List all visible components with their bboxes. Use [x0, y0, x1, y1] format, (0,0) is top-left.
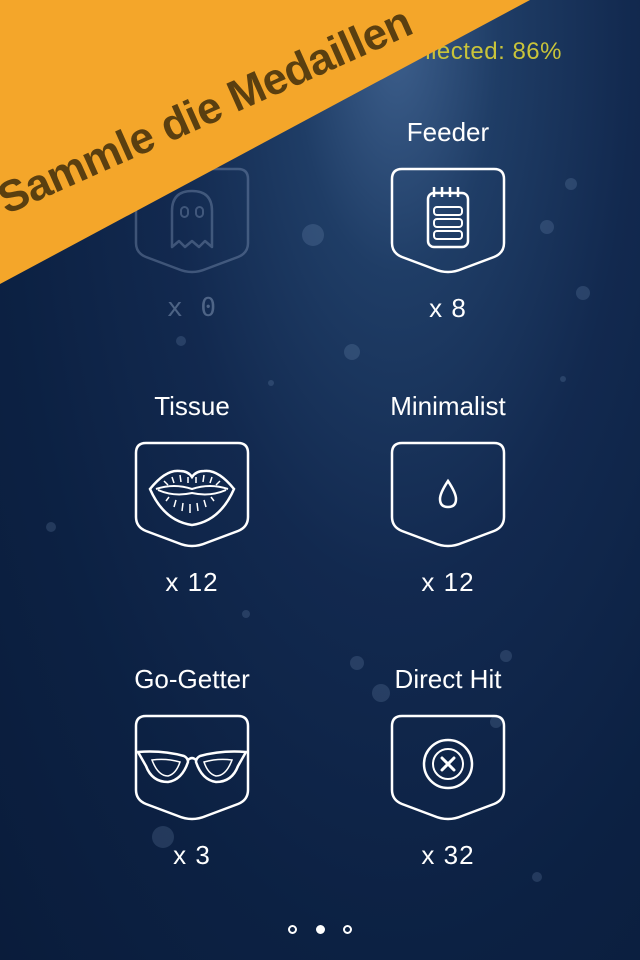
lips-icon	[134, 441, 250, 548]
medal-name: Go-Getter	[134, 664, 250, 694]
medal-name: Direct Hit	[394, 664, 502, 694]
page-dot-3[interactable]	[342, 925, 352, 934]
bubble	[344, 344, 360, 360]
bubble	[500, 650, 512, 662]
page-dot-1[interactable]	[288, 925, 298, 934]
medal-direct-hit[interactable]: Direct Hit x 32	[348, 662, 548, 871]
bubble	[532, 872, 542, 882]
medal-count: x 32	[421, 840, 475, 870]
notepad-icon	[390, 167, 506, 274]
bubble	[242, 610, 250, 618]
medal-count: x 8	[429, 293, 467, 323]
medal-name: Feeder	[406, 117, 490, 147]
drop-icon	[390, 441, 506, 548]
button-icon	[390, 714, 506, 821]
bubble	[560, 376, 566, 382]
bubble	[46, 522, 56, 532]
bubble	[268, 380, 274, 386]
page-indicator	[0, 921, 640, 939]
medal-name: Tissue	[154, 391, 230, 421]
medal-minimalist[interactable]: Minimalist x 12	[348, 389, 548, 598]
medal-go-getter[interactable]: Go-Getter x 3	[92, 662, 292, 871]
ghost-icon	[134, 167, 250, 274]
medal-count: x 12	[421, 567, 475, 597]
bubble	[565, 178, 577, 190]
medal-count: x 3	[173, 840, 211, 870]
medal-count: x 0	[167, 293, 217, 323]
medal-feeder[interactable]: Feeder x 8	[348, 115, 548, 324]
medal-name: Minimalist	[390, 391, 506, 421]
glasses-icon	[134, 714, 250, 821]
medal-count: x 12	[165, 567, 219, 597]
medal-tissue[interactable]: Tissue x 12	[92, 389, 292, 598]
bubble	[576, 286, 590, 300]
page-dot-2[interactable]	[315, 925, 325, 934]
bubble	[176, 336, 186, 346]
bubble	[302, 224, 324, 246]
